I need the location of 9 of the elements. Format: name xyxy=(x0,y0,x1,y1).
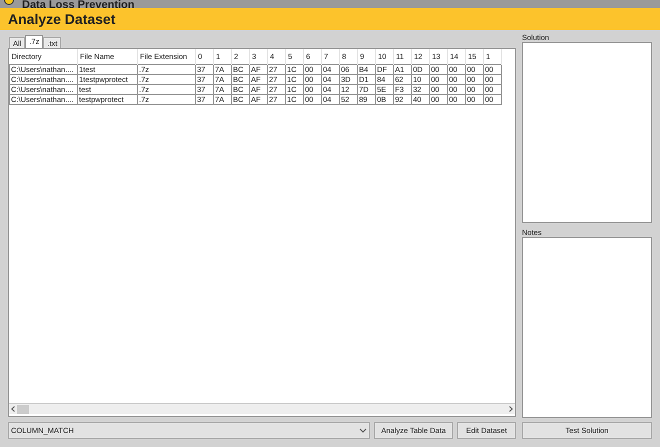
scroll-thumb[interactable] xyxy=(17,404,29,414)
notes-field[interactable] xyxy=(522,237,652,418)
scroll-left-icon[interactable] xyxy=(11,406,15,412)
page-title: Analyze Dataset xyxy=(8,10,116,29)
horizontal-scrollbar[interactable] xyxy=(9,403,515,414)
caret-icon xyxy=(359,428,367,433)
window-title: Data Loss Prevention xyxy=(22,0,134,8)
solution-field[interactable] xyxy=(522,42,652,223)
scroll-right-icon[interactable] xyxy=(509,406,513,412)
